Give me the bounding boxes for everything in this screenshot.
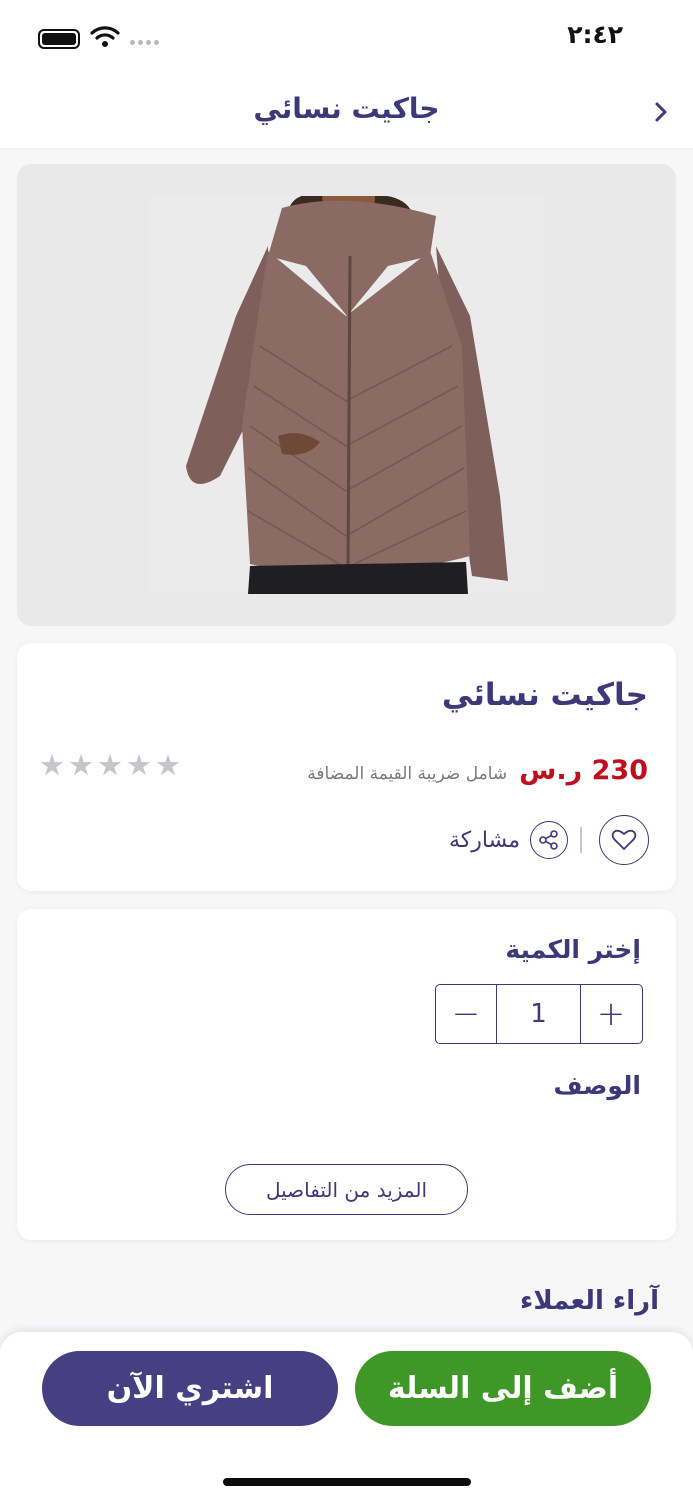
product-image: [150, 193, 544, 594]
chevron-right-icon: [655, 102, 667, 122]
divider: [580, 827, 582, 853]
product-image-card[interactable]: [17, 164, 676, 626]
price-row: 230 ر.س شامل ضريبة القيمة المضافة: [307, 755, 648, 786]
share-icon: [530, 821, 569, 859]
star-icon: ★: [126, 748, 152, 782]
wifi-icon: [90, 24, 120, 52]
product-name: جاكيت نسائي: [441, 677, 648, 713]
quantity-card: إختر الكمية − 1 + الوصف المزيد من التفاص…: [17, 909, 676, 1240]
vat-note: شامل ضريبة القيمة المضافة: [307, 764, 508, 784]
quantity-value: 1: [496, 985, 581, 1043]
decrease-quantity-button[interactable]: −: [436, 985, 496, 1043]
add-to-cart-button[interactable]: أضف إلى السلة: [355, 1351, 651, 1426]
quantity-title: إختر الكمية: [505, 935, 641, 964]
status-time: ٢:٤٢: [567, 20, 623, 49]
star-icon: ★: [39, 748, 65, 782]
cellular-signal-icon: [130, 40, 159, 45]
share-button[interactable]: مشاركة: [449, 821, 569, 859]
share-label: مشاركة: [449, 827, 521, 853]
favorite-button[interactable]: [599, 815, 649, 865]
star-icon: ★: [97, 748, 123, 782]
more-details-button[interactable]: المزيد من التفاصيل: [225, 1164, 468, 1215]
product-actions: مشاركة: [17, 815, 676, 865]
product-price: 230 ر.س: [519, 755, 648, 786]
buy-now-button[interactable]: اشتري الآن: [42, 1351, 338, 1426]
increase-quantity-button[interactable]: +: [581, 985, 641, 1043]
description-title: الوصف: [553, 1071, 641, 1100]
page-title: جاكيت نسائي: [253, 92, 440, 125]
reviews-title: آراء العملاء: [520, 1286, 659, 1316]
back-button[interactable]: [650, 98, 674, 126]
star-icon: ★: [155, 748, 181, 782]
heart-icon: [611, 829, 637, 850]
bottom-action-bar: اشتري الآن أضف إلى السلة: [0, 1332, 693, 1500]
home-indicator[interactable]: [223, 1478, 471, 1486]
product-info-card: جاكيت نسائي 230 ر.س شامل ضريبة القيمة ال…: [17, 643, 676, 891]
star-icon: ★: [68, 748, 94, 782]
battery-icon: [38, 29, 80, 49]
rating-stars: ★ ★ ★ ★ ★: [39, 751, 181, 780]
app-header: جاكيت نسائي: [0, 78, 693, 148]
quantity-stepper: − 1 +: [435, 984, 643, 1044]
status-bar: ٢:٤٢: [0, 0, 693, 78]
